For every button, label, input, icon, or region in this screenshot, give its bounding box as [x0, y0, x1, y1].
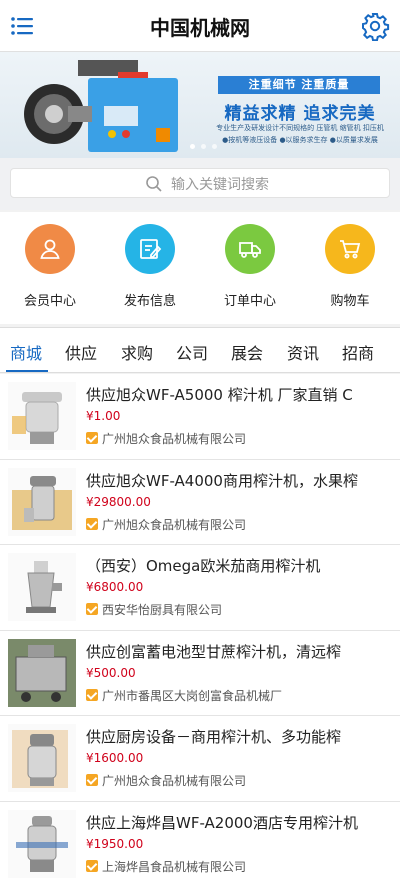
product-thumbnail — [8, 724, 76, 792]
tab-exhibition[interactable]: 展会 — [231, 340, 263, 364]
company-label: 西安华怡厨具有限公司 — [102, 603, 223, 617]
product-thumbnail — [8, 382, 76, 450]
product-price: ¥1950.00 — [86, 836, 144, 851]
carousel-dots — [190, 134, 223, 153]
product-thumbnail — [8, 553, 76, 621]
tab-supply[interactable]: 供应 — [65, 340, 97, 364]
verified-icon — [86, 688, 98, 701]
product-name: 供应旭众WF-A5000 榨汁机 厂家直销 C — [86, 386, 353, 404]
shortcut-label: 订单中心 — [223, 294, 276, 309]
list-item[interactable]: 供应创富蓄电池型甘蔗榨汁机，清远榨 ¥500.00 广州市番禺区大岗创富食品机械… — [0, 630, 400, 716]
active-tab-indicator — [6, 370, 48, 372]
tab-investment[interactable]: 招商 — [342, 340, 374, 364]
search-input[interactable]: 输入关键词搜索 — [10, 168, 390, 198]
user-icon — [25, 224, 75, 274]
product-list: 供应旭众WF-A5000 榨汁机 厂家直销 C ¥1.00 广州旭众食品机械有限… — [0, 374, 400, 882]
company-label: 广州旭众食品机械有限公司 — [102, 432, 247, 446]
list-item[interactable]: 供应旭众WF-A5000 榨汁机 厂家直销 C ¥1.00 广州旭众食品机械有限… — [0, 374, 400, 460]
company-name: 西安华怡厨具有限公司 — [86, 601, 222, 618]
banner-subtext: 专业生产及研发设计不同规格的 压管机 缩管机 扣压机 — [216, 124, 384, 132]
top-bar: 中国机械网 — [0, 0, 400, 52]
verified-icon — [86, 774, 98, 786]
product-price: ¥1600.00 — [86, 751, 144, 765]
company-name: 广州市番禺区大岗创富食品机械厂 — [86, 687, 282, 704]
carousel-dot[interactable] — [190, 144, 195, 149]
banner-tag: 注重细节 注重质量 — [218, 76, 380, 94]
carousel-dot[interactable] — [212, 144, 217, 149]
product-name: 供应创富蓄电池型甘蔗榨汁机，清远榨 — [86, 642, 342, 661]
company-label: 上海烨昌食品机械有限公司 — [102, 859, 247, 874]
shortcut-label: 购物车 — [330, 294, 370, 309]
company-name: 上海烨昌食品机械有限公司 — [86, 858, 246, 875]
tab-company[interactable]: 公司 — [176, 340, 208, 364]
carousel-dot[interactable] — [201, 144, 206, 149]
verified-icon — [86, 859, 98, 872]
company-name: 广州旭众食品机械有限公司 — [86, 772, 246, 789]
product-thumbnail — [8, 809, 76, 878]
product-price: ¥29800.00 — [86, 494, 151, 509]
list-item[interactable]: 供应厨房设备－商用榨汁机、多功能榨 ¥1600.00 广州旭众食品机械有限公司 — [0, 716, 400, 802]
product-price: ¥500.00 — [86, 665, 136, 680]
company-name: 广州旭众食品机械有限公司 — [86, 430, 246, 447]
verified-icon — [86, 432, 98, 444]
shortcut-publish[interactable]: 发布信息 — [100, 224, 200, 309]
list-item[interactable]: （西安）Omega欧米茄商用榨汁机 ¥6800.00 西安华怡厨具有限公司 — [0, 545, 400, 631]
cart-icon — [325, 224, 375, 274]
shortcut-label: 会员中心 — [23, 294, 76, 309]
shortcut-label: 发布信息 — [123, 294, 176, 309]
banner-headline: 精益求精 追求完美 — [224, 104, 376, 124]
shortcut-row: 会员中心 发布信息 订单中心 购物车 — [0, 212, 400, 324]
company-label: 广州旭众食品机械有限公司 — [102, 517, 247, 532]
search-icon — [146, 176, 162, 192]
page-title: 中国机械网 — [150, 16, 250, 40]
category-tabs: 商城 供应 求购 公司 展会 资讯 招商 — [0, 327, 400, 373]
product-name: 供应上海烨昌WF-A2000酒店专用榨汁机 — [86, 813, 358, 832]
product-price: ¥1.00 — [86, 409, 121, 423]
company-name: 广州旭众食品机械有限公司 — [86, 516, 246, 533]
search-bar: 输入关键词搜索 — [0, 158, 400, 210]
tab-mall[interactable]: 商城 — [10, 340, 42, 364]
shortcut-orders[interactable]: 订单中心 — [200, 224, 300, 309]
product-price: ¥6800.00 — [86, 580, 144, 594]
product-name: 供应厨房设备－商用榨汁机、多功能榨 — [86, 728, 342, 746]
tab-news[interactable]: 资讯 — [287, 340, 319, 364]
company-label: 广州旭众食品机械有限公司 — [102, 774, 247, 788]
gear-icon[interactable] — [360, 11, 390, 41]
truck-icon — [225, 224, 275, 274]
banner-subtext: ●按机等液压设备 ●以服务求生存 ●以质量求发展 — [222, 136, 378, 144]
verified-icon — [86, 517, 98, 530]
tab-purchase[interactable]: 求购 — [121, 340, 153, 364]
shortcut-member-center[interactable]: 会员中心 — [0, 224, 100, 309]
shortcut-cart[interactable]: 购物车 — [300, 224, 400, 309]
list-item[interactable]: 供应上海烨昌WF-A2000酒店专用榨汁机 ¥1950.00 上海烨昌食品机械有… — [0, 801, 400, 882]
product-thumbnail — [8, 638, 76, 707]
verified-icon — [86, 603, 98, 615]
search-placeholder: 输入关键词搜索 — [171, 177, 269, 193]
edit-icon — [125, 224, 175, 274]
product-thumbnail — [8, 467, 76, 536]
product-name: 供应旭众WF-A4000商用榨汁机，水果榨 — [86, 471, 358, 490]
product-name: （西安）Omega欧米茄商用榨汁机 — [86, 557, 321, 575]
list-item[interactable]: 供应旭众WF-A4000商用榨汁机，水果榨 ¥29800.00 广州旭众食品机械… — [0, 459, 400, 545]
machine-image — [24, 60, 178, 152]
company-label: 广州市番禺区大岗创富食品机械厂 — [102, 688, 283, 703]
